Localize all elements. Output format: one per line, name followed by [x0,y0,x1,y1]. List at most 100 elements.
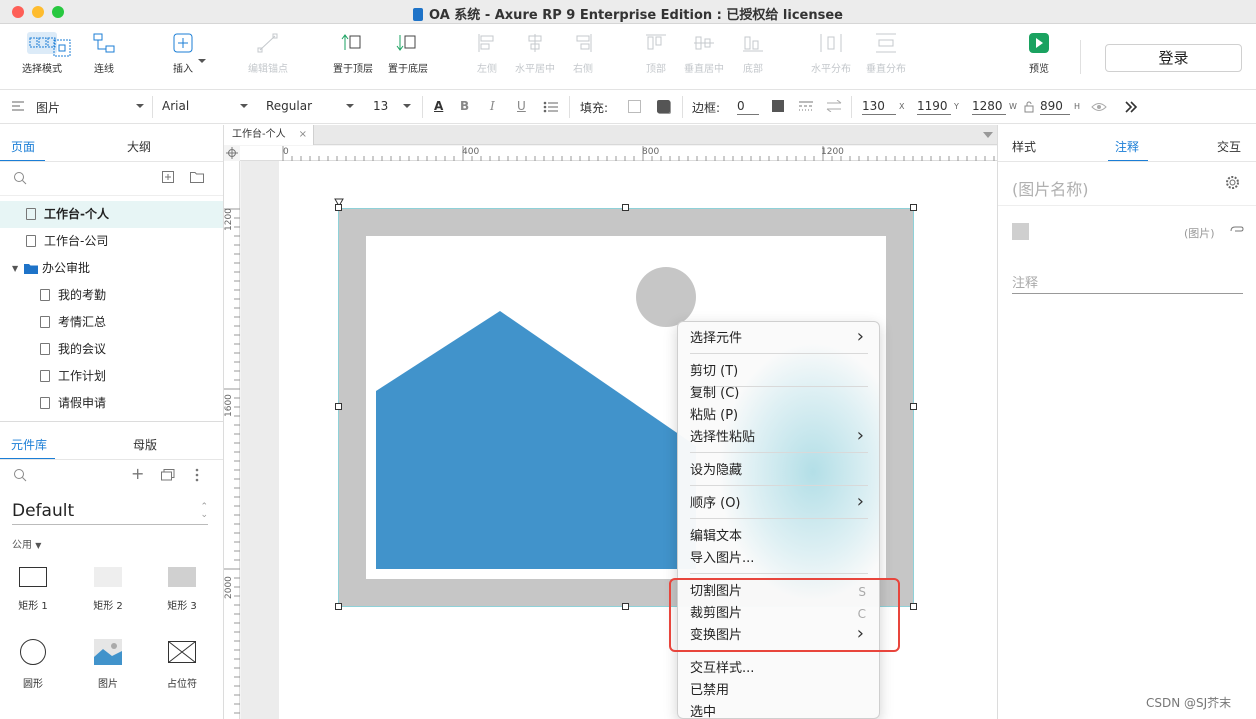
visibility-eye-icon[interactable] [1091,101,1107,113]
widget-circle[interactable]: 圆形 [3,639,63,690]
align-right-button[interactable]: 右侧 [551,32,615,75]
preview-button[interactable]: 预览 [1007,32,1071,75]
font-family-select[interactable]: Arial [162,99,248,113]
page-item[interactable]: 我的会议 [0,336,223,363]
tab-interactions[interactable]: 交互 [1217,138,1241,155]
add-page-icon[interactable] [162,171,174,183]
widget-placeholder[interactable]: 占位符 [152,639,212,690]
library-category[interactable]: 公用 ▼ [12,536,41,551]
widget-image[interactable]: 图片 [78,639,138,690]
right-panel: 样式 注释 交互 (图片名称) (图片) 注释 [997,125,1256,719]
width-input[interactable]: 1280 [972,99,1006,115]
library-search-icon[interactable] [13,468,27,482]
text-color-icon[interactable]: A [434,99,443,113]
crosshair-icon[interactable] [226,147,238,159]
y-input[interactable]: 1190 [917,99,951,115]
widget-name-input[interactable]: (图片名称) [1012,176,1089,200]
shadow-swatch[interactable] [657,100,670,113]
resize-handle-nw[interactable] [335,204,342,211]
bold-icon[interactable]: B [460,99,469,113]
more-chevron-icon[interactable] [1124,100,1138,114]
resize-handle-w[interactable] [335,403,342,410]
menu-item[interactable]: 选中 [690,702,870,718]
search-icon[interactable] [13,171,27,185]
tab-notes[interactable]: 注释 [1115,138,1139,155]
fill-color-swatch[interactable] [628,100,641,113]
tab-libraries[interactable]: 元件库 [11,436,47,453]
widget-style-select[interactable]: 图片 [36,99,144,116]
border-color-swatch[interactable] [772,100,784,112]
widget-rectangle-3[interactable]: 矩形 3 [152,567,212,612]
font-weight-select[interactable]: Regular [266,99,354,113]
page-item[interactable]: 工作台-公司 [0,228,223,255]
page-folder[interactable]: ▼ 办公审批 [0,255,223,282]
tab-overflow-icon[interactable] [983,132,993,138]
widget-rectangle-2[interactable]: 矩形 2 [78,567,138,612]
tab-pages[interactable]: 页面 [11,138,35,155]
bullet-list-icon[interactable] [543,101,559,113]
distribute-vertical-button[interactable]: 垂直分布 [854,32,918,75]
italic-icon[interactable]: I [490,99,495,113]
resize-handle-e[interactable] [910,403,917,410]
close-tab-icon[interactable]: × [299,125,307,145]
tab-style[interactable]: 样式 [1012,138,1036,155]
library-select[interactable]: Default ⌃ ⌄ [12,501,208,525]
x-input[interactable]: 130 [862,99,896,115]
add-library-icon[interactable]: + [131,464,144,483]
font-size-select[interactable]: 13 [373,99,411,113]
library-window-icon[interactable] [161,469,175,481]
note-input[interactable]: 注释 [1012,272,1243,294]
tab-outline[interactable]: 大纲 [127,138,151,155]
resize-handle-s[interactable] [622,603,629,610]
align-bottom-button[interactable]: 底部 [721,32,785,75]
login-button[interactable]: 登录 [1105,44,1242,72]
menu-item[interactable]: 编辑文本 [690,526,870,548]
page-item[interactable]: 工作台-个人 [0,201,223,228]
select-contained-icon[interactable] [52,38,72,61]
menu-item[interactable]: 设为隐藏 [690,460,870,482]
divider [0,195,223,196]
menu-item[interactable]: 已禁用 [690,680,870,702]
underline-icon[interactable]: U [517,99,526,113]
resize-handle-n[interactable] [622,204,629,211]
send-to-back-button[interactable]: 置于底层 [376,32,440,75]
folder-expand-icon[interactable]: ▼ [12,255,18,282]
page-item[interactable]: 请假申请 [0,390,223,417]
widget-rectangle-1[interactable]: 矩形 1 [3,567,63,612]
page-item[interactable]: 我的考勤 [0,282,223,309]
menu-item[interactable]: 复制 (C) [690,383,870,405]
page-label: 工作计划 [58,369,107,383]
height-input[interactable]: 890 [1040,99,1070,115]
menu-item[interactable]: 导入图片... [690,548,870,570]
fill-label: 填充: [580,101,609,115]
more-options-icon[interactable] [194,468,200,482]
arrow-style-icon[interactable] [826,100,842,112]
menu-item[interactable]: 选择元件 › [690,326,870,350]
tab-masters[interactable]: 母版 [133,436,157,453]
border-style-icon[interactable] [798,100,814,112]
menu-item[interactable]: 顺序 (O) › [690,491,870,515]
resize-handle-ne[interactable] [910,204,917,211]
menu-item[interactable]: 交互样式... [690,658,870,680]
page-label: 我的会议 [58,342,107,356]
menu-item[interactable]: 剪切 (T) [690,361,870,383]
resize-handle-sw[interactable] [335,603,342,610]
insert-dropdown-caret[interactable] [198,52,206,66]
document-tab[interactable]: 工作台-个人 × [224,125,314,145]
border-width-input[interactable]: 0 [737,99,759,115]
gear-icon[interactable] [1225,175,1240,190]
attachment-icon[interactable] [1230,226,1244,236]
page-item[interactable]: 工作计划 [0,363,223,390]
page-item[interactable]: 考情汇总 [0,309,223,336]
lock-icon[interactable] [1024,101,1034,113]
add-folder-icon[interactable] [190,171,204,183]
insert-icon [173,33,193,53]
menu-separator [690,573,868,574]
menu-item[interactable]: 粘贴 (P) [690,405,870,427]
menu-item[interactable]: 选择性粘贴 › [690,425,870,449]
resize-handle-se[interactable] [910,603,917,610]
connect-button[interactable]: 连线 [72,32,136,75]
edit-anchor-button[interactable]: 编辑锚点 [236,32,300,75]
menu-item-label: 导入图片... [690,551,755,566]
menu-item-label: 设为隐藏 [690,463,743,478]
